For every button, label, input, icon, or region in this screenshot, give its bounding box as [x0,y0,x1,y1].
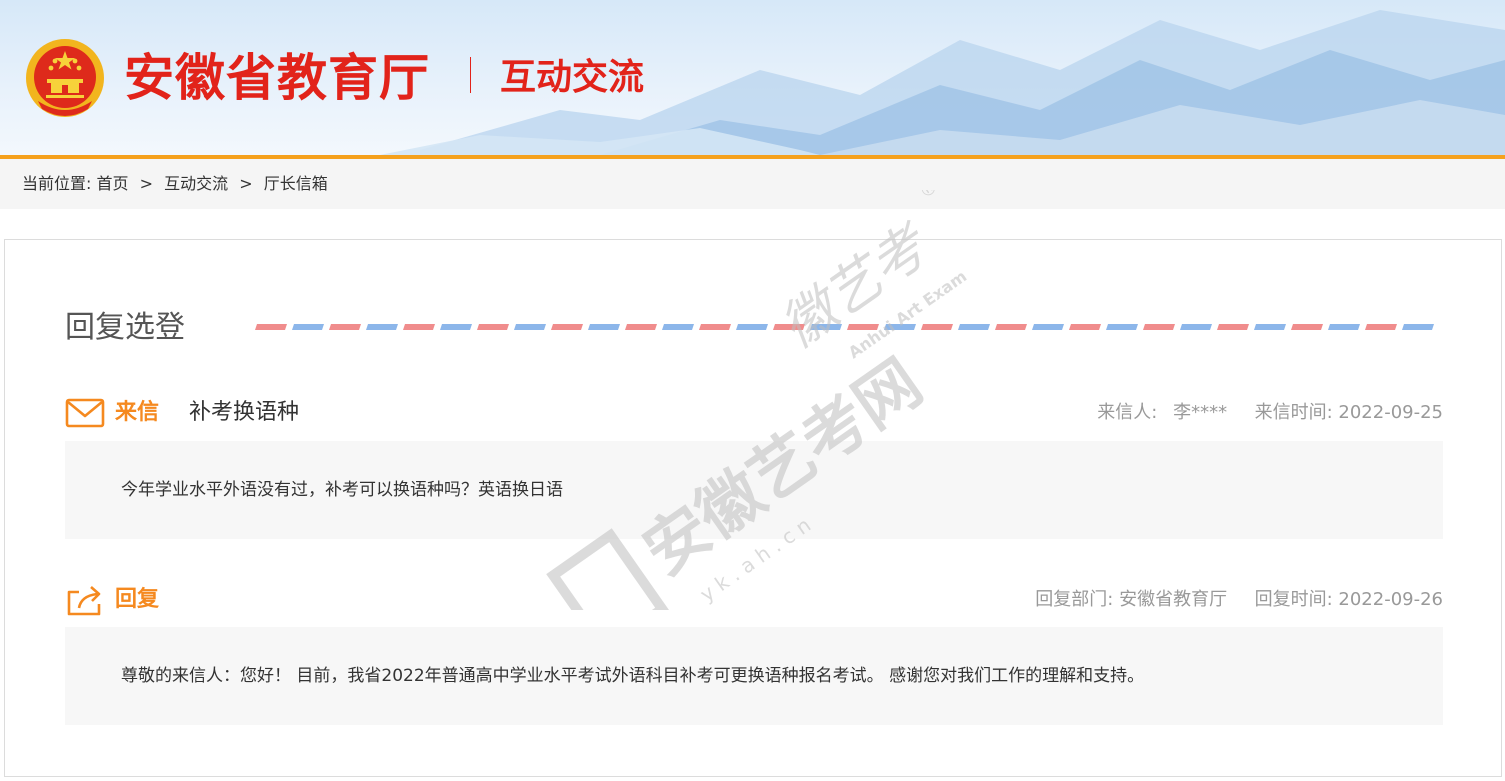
site-title[interactable]: 安徽省教育厅 [124,42,430,114]
card-title: 回复选登 [65,310,185,345]
breadcrumb-separator: > [139,174,154,193]
title-divider [470,57,471,93]
site-header: 安徽省教育厅 互动交流 [0,0,1505,155]
sender-value: 李**** [1173,402,1228,423]
letter-tag: 来信 [115,400,160,425]
letter-time-label: 来信时间: [1254,402,1333,423]
breadcrumb: 当前位置: 首页 > 互动交流 > 厅长信箱 [0,159,1505,209]
breadcrumb-label: 当前位置: [22,174,92,193]
envelope-icon [65,398,105,428]
reply-content: 尊敬的来信人：您好！ 目前，我省2022年普通高中学业水平考试外语科目补考可更换… [65,627,1443,725]
breadcrumb-mailbox-link[interactable]: 厅长信箱 [264,174,328,193]
airmail-border [253,324,1439,330]
reply-header: 回复 回复部门: 安徽省教育厅 回复时间: 2022-09-26 [65,580,1443,620]
letter-header: 来信 补考换语种 来信人: 李**** 来信时间: 2022-09-25 [65,393,1443,433]
share-reply-icon [67,586,101,616]
reply-card: 回复选登 来信 补考换语种 来信人: 李**** 来信时间: 2022-09-2… [4,239,1502,777]
breadcrumb-home-link[interactable]: 首页 [97,174,129,193]
breadcrumb-separator: > [239,174,253,193]
reply-meta: 回复部门: 安徽省教育厅 回复时间: 2022-09-26 [1035,580,1443,620]
letter-content: 今年学业水平外语没有过，补考可以换语种吗？英语换日语 [65,441,1443,539]
sender-label: 来信人: [1097,402,1158,423]
reply-dept-value: 安徽省教育厅 [1119,589,1228,610]
breadcrumb-interaction-link[interactable]: 互动交流 [164,174,228,193]
reply-time-label: 回复时间: [1254,589,1333,610]
reply-dept-label: 回复部门: [1035,589,1114,610]
letter-meta: 来信人: 李**** 来信时间: 2022-09-25 [1097,393,1443,433]
section-title[interactable]: 互动交流 [500,50,644,106]
reply-tag: 回复 [115,587,160,612]
letter-subject: 补考换语种 [189,400,300,425]
letter-time-value: 2022-09-25 [1338,402,1443,423]
reply-time-value: 2022-09-26 [1338,589,1443,610]
national-emblem-icon [26,39,104,117]
